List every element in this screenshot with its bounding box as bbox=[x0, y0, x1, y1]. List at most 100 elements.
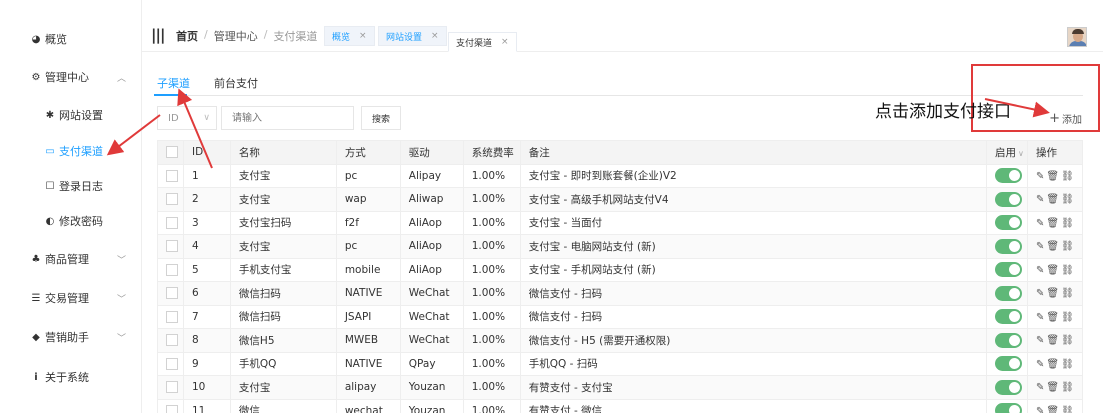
link-icon[interactable]: ⛓ bbox=[1061, 406, 1075, 413]
edit-icon[interactable]: ✎ bbox=[1036, 265, 1045, 276]
delete-icon[interactable]: 🗑 bbox=[1046, 359, 1060, 370]
checkbox[interactable] bbox=[166, 310, 178, 323]
delete-icon[interactable]: 🗑 bbox=[1046, 312, 1060, 323]
delete-icon[interactable]: 🗑 bbox=[1046, 171, 1060, 182]
tab-site-settings[interactable]: 网站设置 × bbox=[378, 26, 447, 46]
edit-icon[interactable]: ✎ bbox=[1036, 359, 1045, 370]
select-all-cell[interactable] bbox=[157, 140, 184, 165]
enabled-toggle[interactable] bbox=[994, 356, 1022, 372]
link-icon[interactable]: ⛓ bbox=[1061, 312, 1075, 323]
row-checkbox-cell[interactable] bbox=[157, 328, 184, 353]
delete-icon[interactable]: 🗑 bbox=[1046, 241, 1060, 252]
cell-enabled[interactable] bbox=[985, 187, 1028, 212]
edit-icon[interactable]: ✎ bbox=[1036, 312, 1045, 323]
enabled-toggle[interactable] bbox=[994, 238, 1022, 254]
cell-enabled[interactable] bbox=[985, 281, 1028, 306]
close-icon[interactable]: × bbox=[431, 31, 439, 41]
checkbox[interactable] bbox=[166, 263, 178, 276]
tab-payment-channels[interactable]: 支付渠道 × bbox=[448, 32, 517, 52]
checkbox[interactable] bbox=[166, 169, 178, 182]
cell-enabled[interactable] bbox=[985, 163, 1028, 188]
enabled-toggle[interactable] bbox=[994, 168, 1022, 184]
row-checkbox-cell[interactable] bbox=[157, 398, 184, 413]
delete-icon[interactable]: 🗑 bbox=[1046, 218, 1060, 229]
search-input[interactable] bbox=[221, 106, 354, 130]
edit-icon[interactable]: ✎ bbox=[1036, 194, 1045, 205]
sidebar-item-trades[interactable]: ☰ 交易管理 ﹀ bbox=[0, 283, 142, 313]
enabled-toggle[interactable] bbox=[994, 285, 1022, 301]
edit-icon[interactable]: ✎ bbox=[1036, 382, 1045, 393]
avatar[interactable] bbox=[1067, 27, 1087, 47]
sidebar-item-site-settings[interactable]: ✱ 网站设置 bbox=[0, 100, 142, 130]
checkbox[interactable] bbox=[166, 404, 178, 413]
cell-enabled[interactable] bbox=[985, 351, 1028, 376]
enabled-toggle[interactable] bbox=[994, 309, 1022, 325]
cell-enabled[interactable] bbox=[985, 234, 1028, 259]
checkbox[interactable] bbox=[166, 334, 178, 347]
edit-icon[interactable]: ✎ bbox=[1036, 335, 1045, 346]
link-icon[interactable]: ⛓ bbox=[1061, 218, 1075, 229]
cell-enabled[interactable] bbox=[985, 304, 1028, 329]
checkbox[interactable] bbox=[166, 216, 178, 229]
enabled-toggle[interactable] bbox=[994, 191, 1022, 207]
edit-icon[interactable]: ✎ bbox=[1036, 288, 1045, 299]
checkbox[interactable] bbox=[166, 146, 178, 159]
edit-icon[interactable]: ✎ bbox=[1036, 171, 1045, 182]
close-icon[interactable]: × bbox=[359, 31, 367, 41]
sort-icon[interactable]: ∨ bbox=[1018, 149, 1024, 158]
tab-overview[interactable]: 概览 × bbox=[324, 26, 375, 46]
row-checkbox-cell[interactable] bbox=[157, 210, 184, 235]
sidebar-item-about[interactable]: i 关于系统 bbox=[0, 362, 142, 392]
enabled-toggle[interactable] bbox=[994, 379, 1022, 395]
delete-icon[interactable]: 🗑 bbox=[1046, 382, 1060, 393]
row-checkbox-cell[interactable] bbox=[157, 234, 184, 259]
sidebar-item-login-log[interactable]: ☐ 登录日志 bbox=[0, 171, 142, 201]
checkbox[interactable] bbox=[166, 287, 178, 300]
enabled-toggle[interactable] bbox=[994, 332, 1022, 348]
link-icon[interactable]: ⛓ bbox=[1061, 335, 1075, 346]
cell-enabled[interactable] bbox=[985, 328, 1028, 353]
tab-frontend-payment[interactable]: 前台支付 bbox=[214, 75, 258, 91]
edit-icon[interactable]: ✎ bbox=[1036, 241, 1045, 252]
search-field-select[interactable]: ID ∨ bbox=[157, 106, 217, 130]
sidebar-item-goods[interactable]: ♣ 商品管理 ﹀ bbox=[0, 244, 142, 274]
link-icon[interactable]: ⛓ bbox=[1061, 265, 1075, 276]
checkbox[interactable] bbox=[166, 193, 178, 206]
row-checkbox-cell[interactable] bbox=[157, 351, 184, 376]
link-icon[interactable]: ⛓ bbox=[1061, 241, 1075, 252]
breadcrumb-management[interactable]: 管理中心 bbox=[214, 28, 258, 44]
link-icon[interactable]: ⛓ bbox=[1061, 288, 1075, 299]
link-icon[interactable]: ⛓ bbox=[1061, 171, 1075, 182]
row-checkbox-cell[interactable] bbox=[157, 257, 184, 282]
cell-enabled[interactable] bbox=[985, 375, 1028, 400]
breadcrumb-home[interactable]: 首页 bbox=[176, 28, 198, 44]
delete-icon[interactable]: 🗑 bbox=[1046, 194, 1060, 205]
search-button[interactable]: 搜索 bbox=[361, 106, 401, 130]
edit-icon[interactable]: ✎ bbox=[1036, 406, 1045, 413]
checkbox[interactable] bbox=[166, 240, 178, 253]
delete-icon[interactable]: 🗑 bbox=[1046, 288, 1060, 299]
row-checkbox-cell[interactable] bbox=[157, 304, 184, 329]
row-checkbox-cell[interactable] bbox=[157, 187, 184, 212]
delete-icon[interactable]: 🗑 bbox=[1046, 265, 1060, 276]
tab-sub-channels[interactable]: 子渠道 bbox=[157, 75, 190, 91]
cell-enabled[interactable] bbox=[985, 257, 1028, 282]
row-checkbox-cell[interactable] bbox=[157, 163, 184, 188]
sidebar-item-management[interactable]: ⚙ 管理中心 ︿ bbox=[0, 62, 142, 92]
sidebar-item-overview[interactable]: ◕ 概览 bbox=[0, 24, 142, 54]
delete-icon[interactable]: 🗑 bbox=[1046, 406, 1060, 413]
link-icon[interactable]: ⛓ bbox=[1061, 194, 1075, 205]
checkbox[interactable] bbox=[166, 381, 178, 394]
close-icon[interactable]: × bbox=[501, 37, 509, 47]
checkbox[interactable] bbox=[166, 357, 178, 370]
edit-icon[interactable]: ✎ bbox=[1036, 218, 1045, 229]
cell-enabled[interactable] bbox=[985, 210, 1028, 235]
link-icon[interactable]: ⛓ bbox=[1061, 382, 1075, 393]
sidebar-item-payment-channels[interactable]: ▭ 支付渠道 bbox=[0, 136, 142, 166]
link-icon[interactable]: ⛓ bbox=[1061, 359, 1075, 370]
sidebar-item-change-password[interactable]: ◐ 修改密码 bbox=[0, 206, 142, 236]
row-checkbox-cell[interactable] bbox=[157, 281, 184, 306]
menu-toggle-icon[interactable]: ||| bbox=[151, 26, 165, 44]
delete-icon[interactable]: 🗑 bbox=[1046, 335, 1060, 346]
sidebar-item-marketing[interactable]: ◆ 营销助手 ﹀ bbox=[0, 322, 142, 352]
